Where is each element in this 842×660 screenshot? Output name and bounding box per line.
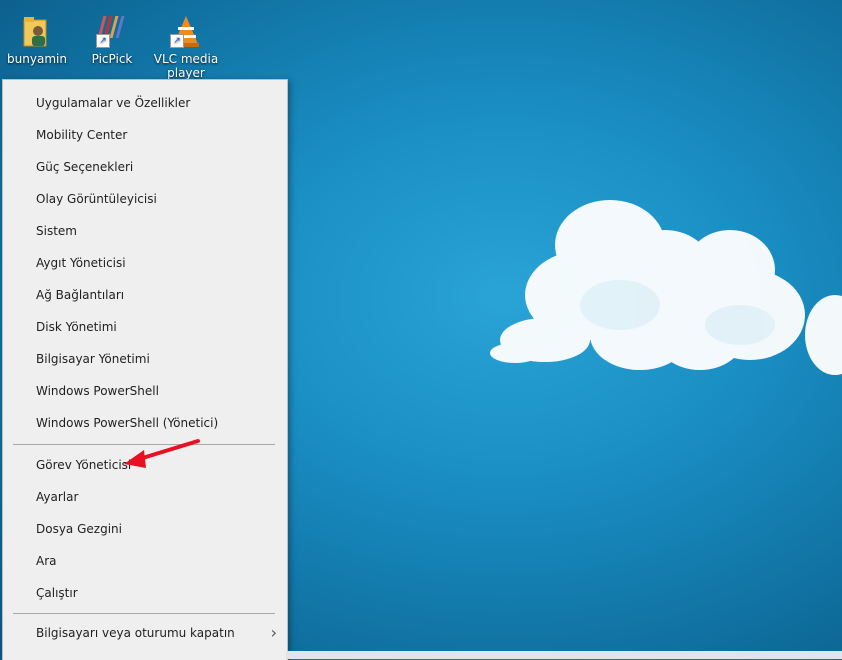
menu-item-file-explorer[interactable]: Dosya Gezgini xyxy=(3,514,287,544)
menu-item-disk-management[interactable]: Disk Yönetimi xyxy=(3,312,287,342)
desktop-icon-label: VLC media player xyxy=(153,52,219,80)
menu-item-mobility-center[interactable]: Mobility Center xyxy=(3,120,287,150)
desktop-icon-label: PicPick xyxy=(91,52,133,66)
winx-context-menu: Uygulamalar ve Özellikler Mobility Cente… xyxy=(2,79,288,660)
menu-item-power-options[interactable]: Güç Seçenekleri xyxy=(3,152,287,182)
menu-item-run[interactable]: Çalıştır xyxy=(3,578,287,608)
menu-separator xyxy=(13,613,275,614)
menu-item-system[interactable]: Sistem xyxy=(3,216,287,246)
desktop-icon-picpick[interactable]: ↗ PicPick xyxy=(75,14,149,66)
menu-item-computer-management[interactable]: Bilgisayar Yönetimi xyxy=(3,344,287,374)
menu-item-device-manager[interactable]: Aygıt Yöneticisi xyxy=(3,248,287,278)
desktop-icon-vlc[interactable]: ↗ VLC media player xyxy=(149,14,223,80)
menu-item-apps-features[interactable]: Uygulamalar ve Özellikler xyxy=(3,88,287,118)
desktop-icon-bunyamin[interactable]: bunyamin xyxy=(0,14,74,66)
shortcut-arrow-icon: ↗ xyxy=(170,34,184,48)
menu-item-powershell[interactable]: Windows PowerShell xyxy=(3,376,287,406)
red-pointer-arrow-icon xyxy=(124,439,200,468)
menu-item-network-connections[interactable]: Ağ Bağlantıları xyxy=(3,280,287,310)
menu-item-search[interactable]: Ara xyxy=(3,546,287,576)
chevron-right-icon: › xyxy=(270,623,277,642)
menu-item-label: Bilgisayarı veya oturumu kapatın xyxy=(36,626,235,640)
user-folder-icon xyxy=(21,14,53,48)
taskbar-edge xyxy=(286,651,842,659)
cloud-wallpaper-decoration xyxy=(490,200,842,375)
menu-item-event-viewer[interactable]: Olay Görüntüleyicisi xyxy=(3,184,287,214)
shortcut-arrow-icon: ↗ xyxy=(96,34,110,48)
desktop-icon-label: bunyamin xyxy=(7,52,67,66)
menu-item-powershell-admin[interactable]: Windows PowerShell (Yönetici) xyxy=(3,408,287,438)
menu-item-shutdown-signout[interactable]: Bilgisayarı veya oturumu kapatın › xyxy=(3,618,287,648)
vlc-cone-icon: ↗ xyxy=(170,14,202,48)
picpick-icon: ↗ xyxy=(96,14,128,48)
menu-item-settings[interactable]: Ayarlar xyxy=(3,482,287,512)
